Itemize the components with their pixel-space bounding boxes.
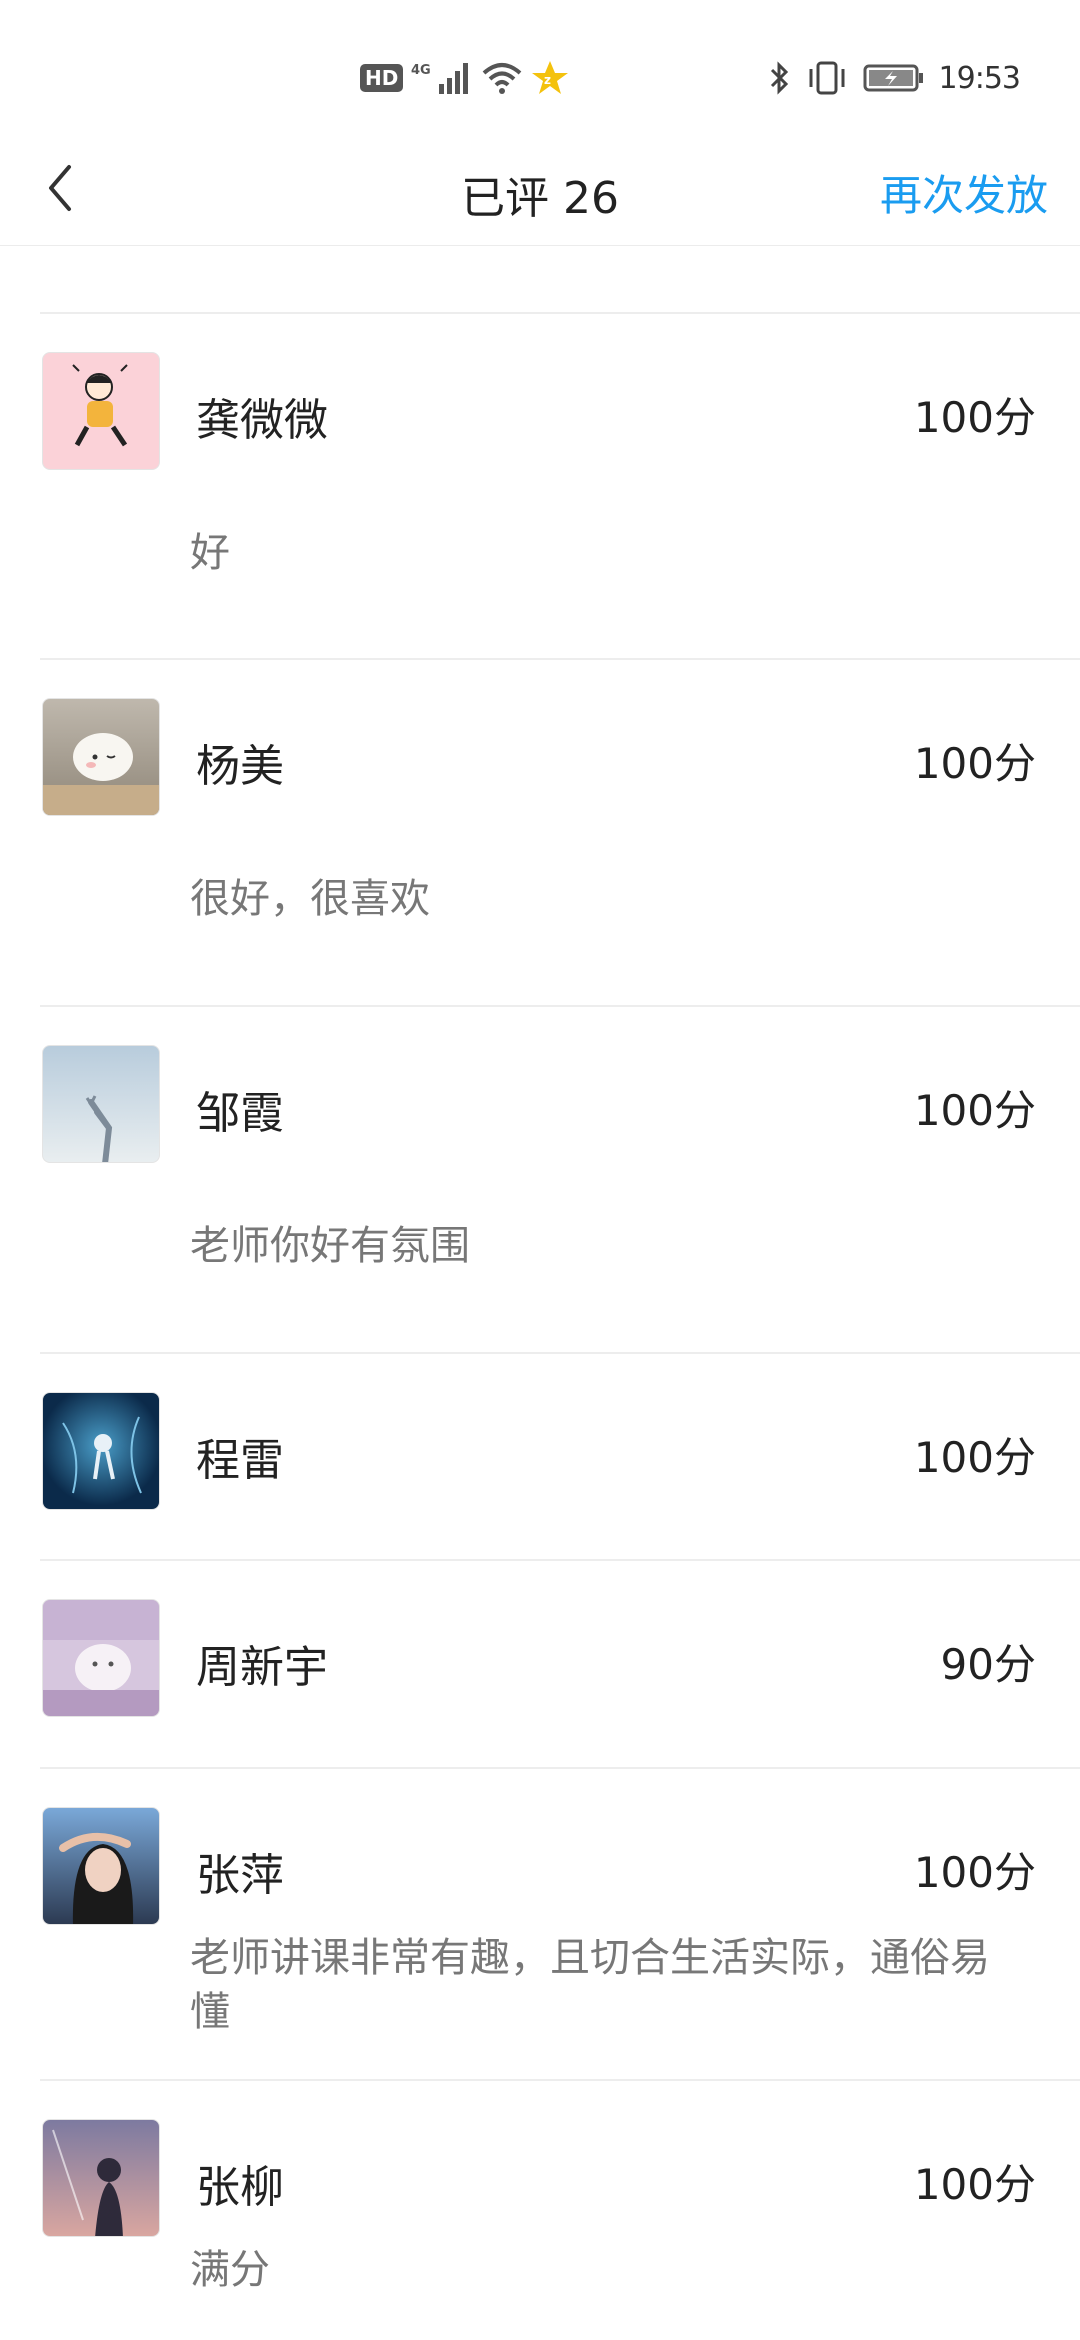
vibrate-icon xyxy=(809,61,845,95)
avatar xyxy=(42,698,160,816)
4g-signal-icon: 4G xyxy=(411,63,469,94)
comment-text: 很好，很喜欢 xyxy=(190,876,430,922)
score: 100分 xyxy=(913,1433,1036,1482)
student-name: 张柳 xyxy=(196,2162,284,2213)
wifi-icon xyxy=(483,63,522,94)
score: 90分 xyxy=(940,1640,1036,1689)
reissue-button[interactable]: 再次发放 xyxy=(880,162,1048,223)
student-name: 张萍 xyxy=(196,1850,284,1901)
avatar xyxy=(42,1045,160,1163)
star-badge-icon: z xyxy=(532,61,569,94)
battery-icon xyxy=(863,64,923,92)
comment-text: 满分 xyxy=(190,2247,270,2293)
student-name: 杨美 xyxy=(196,741,284,792)
student-name: 程雷 xyxy=(196,1435,284,1486)
list-item[interactable]: 龚微微 100分 好 xyxy=(40,312,1080,658)
avatar xyxy=(42,1599,160,1717)
status-left: HD 4G z xyxy=(360,58,569,98)
review-list: 龚微微 100分 好 杨美 100分 很好，很喜欢 邹霞 100分 老师你好有氛… xyxy=(40,312,1080,2339)
avatar xyxy=(42,1807,160,1925)
bluetooth-icon xyxy=(770,61,788,95)
hd-badge: HD xyxy=(360,64,404,92)
avatar xyxy=(42,352,160,470)
status-right: 19:53 xyxy=(769,58,1021,98)
score: 100分 xyxy=(913,393,1036,442)
clock: 19:53 xyxy=(938,60,1021,96)
list-item[interactable]: 杨美 100分 很好，很喜欢 xyxy=(40,658,1080,1005)
list-item[interactable]: 邹霞 100分 老师你好有氛围 xyxy=(40,1005,1080,1352)
student-name: 邹霞 xyxy=(196,1088,284,1139)
comment-text: 老师你好有氛围 xyxy=(190,1223,470,1269)
student-name: 周新宇 xyxy=(196,1642,328,1693)
avatar xyxy=(42,1392,160,1510)
comment-text: 好 xyxy=(190,530,230,576)
svg-text:4G: 4G xyxy=(411,63,431,78)
list-item[interactable]: 程雷 100分 xyxy=(40,1352,1080,1559)
list-item[interactable]: 张柳 100分 满分 xyxy=(40,2079,1080,2339)
avatar xyxy=(42,2119,160,2237)
svg-text:z: z xyxy=(544,73,551,87)
list-item[interactable]: 张萍 100分 老师讲课非常有趣，且切合生活实际，通俗易懂 xyxy=(40,1767,1080,2079)
comment-text: 老师讲课非常有趣，且切合生活实际，通俗易懂 xyxy=(190,1935,990,2035)
score: 100分 xyxy=(913,739,1036,788)
score: 100分 xyxy=(913,1848,1036,1897)
list-item[interactable]: 周新宇 90分 xyxy=(40,1559,1080,1767)
nav-bar: 已评 26 再次发放 xyxy=(0,130,1080,246)
student-name: 龚微微 xyxy=(196,395,328,446)
score: 100分 xyxy=(913,2160,1036,2209)
score: 100分 xyxy=(913,1086,1036,1135)
